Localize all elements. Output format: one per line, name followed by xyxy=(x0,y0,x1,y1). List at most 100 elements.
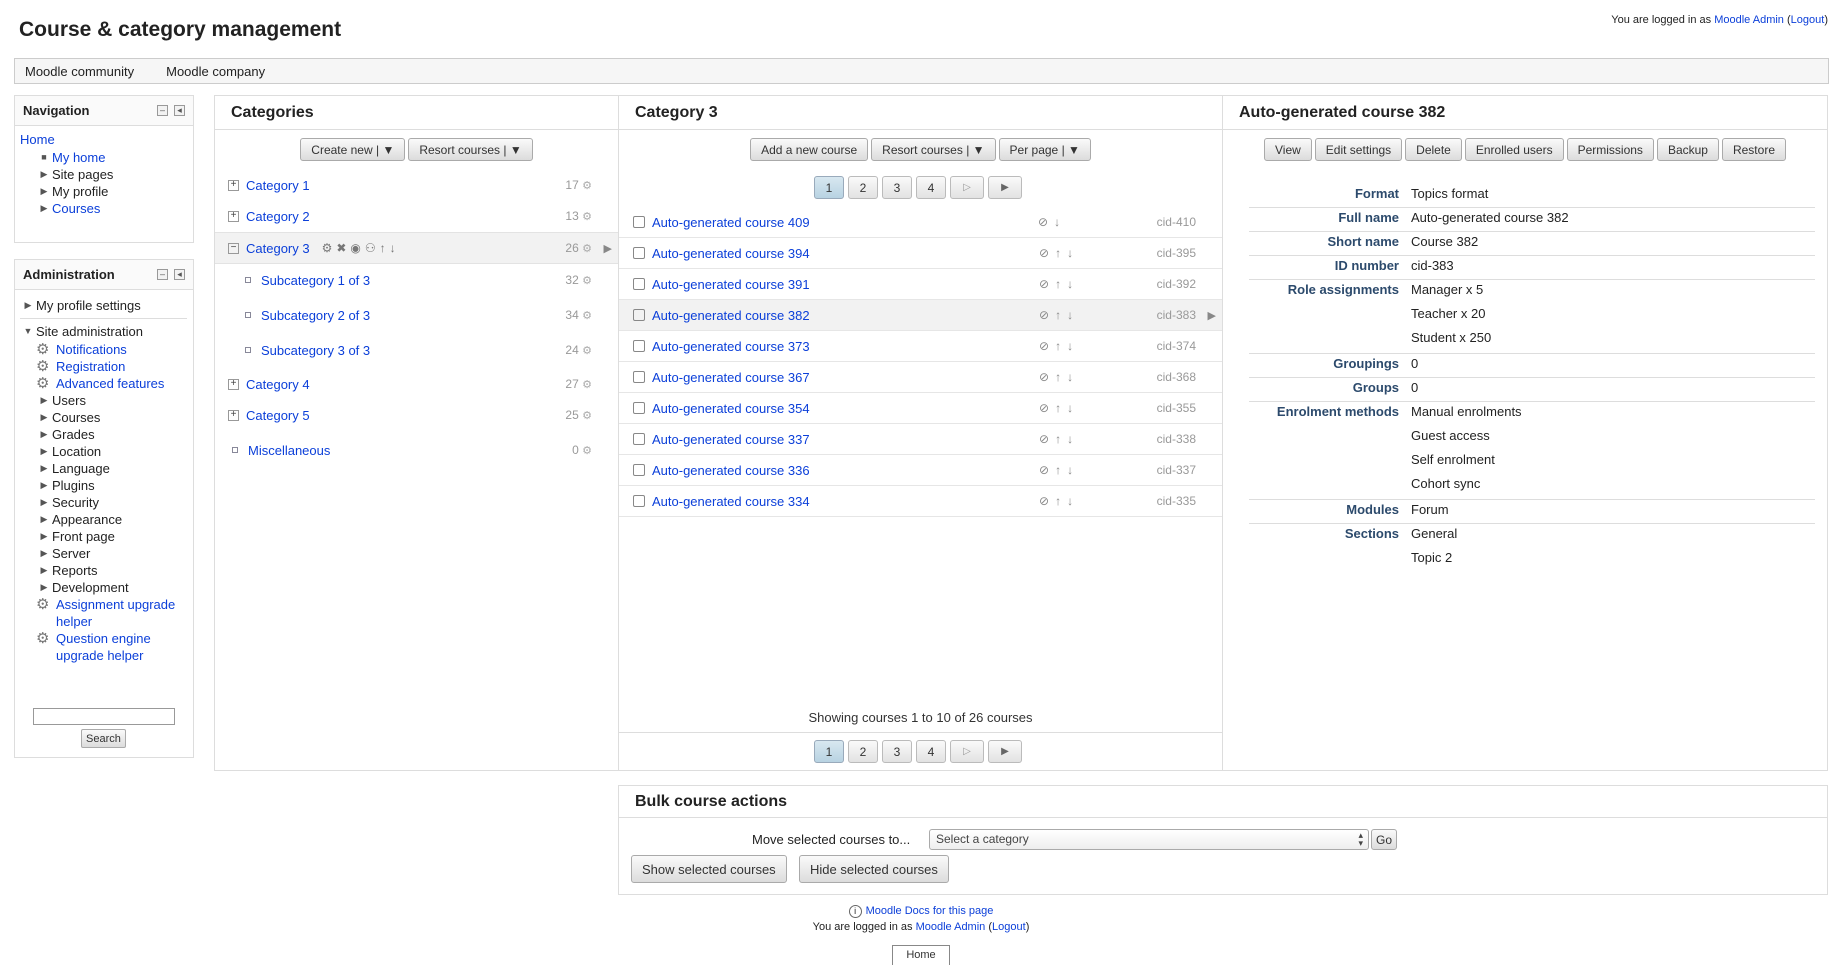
minimize-icon[interactable]: – xyxy=(157,105,168,116)
move-down-icon[interactable]: ↓ xyxy=(1067,370,1079,384)
admin-reports[interactable]: Reports xyxy=(52,562,98,579)
category-link[interactable]: Category 1 xyxy=(246,178,310,193)
backup-button[interactable]: Backup xyxy=(1656,138,1719,161)
collapse-icon[interactable]: − xyxy=(228,242,239,254)
permissions-button[interactable]: Permissions xyxy=(1566,138,1654,161)
collapse-arrow-icon[interactable]: ▼ xyxy=(20,322,36,341)
hide-icon[interactable]: ⊘ xyxy=(1039,463,1055,477)
enrolled-users-button[interactable]: Enrolled users xyxy=(1464,138,1564,161)
course-link[interactable]: Auto-generated course 334 xyxy=(652,494,810,509)
course-link[interactable]: Auto-generated course 409 xyxy=(652,215,810,230)
page-4-button[interactable]: 4 xyxy=(916,176,946,199)
minimize-icon[interactable]: – xyxy=(157,269,168,280)
expand-arrow-icon[interactable]: ▶ xyxy=(36,545,52,562)
admin-front-page[interactable]: Front page xyxy=(52,528,115,545)
logout-link[interactable]: Logout xyxy=(1791,14,1825,26)
subcategory-link[interactable]: Subcategory 1 of 3 xyxy=(261,273,370,288)
move-down-icon[interactable]: ↓ xyxy=(1067,432,1079,446)
delete-button[interactable]: Delete xyxy=(1405,138,1462,161)
course-checkbox[interactable] xyxy=(633,278,645,290)
move-down-icon[interactable]: ↓ xyxy=(1067,494,1079,508)
category-link[interactable]: Miscellaneous xyxy=(248,443,330,458)
hide-icon[interactable]: ◉ xyxy=(350,241,364,255)
move-down-icon[interactable]: ↓ xyxy=(1067,401,1079,415)
expand-arrow-icon[interactable]: ▶ xyxy=(36,562,52,579)
admin-server[interactable]: Server xyxy=(52,545,90,562)
category-link[interactable]: Category 3 xyxy=(246,241,310,256)
admin-question-engine-upgrade-helper[interactable]: Question engine upgrade helper xyxy=(56,630,187,664)
page-4-button[interactable]: 4 xyxy=(916,740,946,763)
course-link[interactable]: Auto-generated course 391 xyxy=(652,277,810,292)
hide-icon[interactable]: ⊘ xyxy=(1039,246,1055,260)
course-link[interactable]: Auto-generated course 354 xyxy=(652,401,810,416)
course-checkbox[interactable] xyxy=(633,309,645,321)
admin-language[interactable]: Language xyxy=(52,460,110,477)
move-up-icon[interactable]: ↑ xyxy=(1055,401,1067,415)
move-down-icon[interactable]: ↓ xyxy=(1067,463,1079,477)
resort-courses-button[interactable]: Resort courses | ▼ xyxy=(871,138,996,161)
page-2-button[interactable]: 2 xyxy=(848,740,878,763)
admin-development[interactable]: Development xyxy=(52,579,129,596)
view-button[interactable]: View xyxy=(1264,138,1312,161)
dock-icon[interactable]: ◂ xyxy=(174,105,185,116)
resort-categories-button[interactable]: Resort courses | ▼ xyxy=(408,138,533,161)
course-checkbox[interactable] xyxy=(633,464,645,476)
course-link[interactable]: Auto-generated course 337 xyxy=(652,432,810,447)
admin-assignment-upgrade-helper[interactable]: Assignment upgrade helper xyxy=(56,596,187,630)
expand-arrow-icon[interactable]: ▶ xyxy=(36,392,52,409)
admin-appearance[interactable]: Appearance xyxy=(52,511,122,528)
delete-icon[interactable]: ✖ xyxy=(336,241,350,255)
course-checkbox[interactable] xyxy=(633,495,645,507)
expand-arrow-icon[interactable]: ▶ xyxy=(36,166,52,183)
category-link[interactable]: Category 2 xyxy=(246,209,310,224)
roles-icon[interactable]: ⚇ xyxy=(365,241,380,255)
nav-home-link[interactable]: Home xyxy=(20,130,55,149)
hide-icon[interactable]: ⊘ xyxy=(1039,401,1055,415)
hide-selected-courses-button[interactable]: Hide selected courses xyxy=(799,855,949,883)
expand-arrow-icon[interactable]: ▶ xyxy=(36,200,52,217)
restore-button[interactable]: Restore xyxy=(1721,138,1786,161)
menu-item-moodle-company[interactable]: Moodle company xyxy=(166,64,265,79)
course-link[interactable]: Auto-generated course 373 xyxy=(652,339,810,354)
move-down-icon[interactable]: ↓ xyxy=(1067,246,1079,260)
move-up-icon[interactable]: ↑ xyxy=(1055,494,1067,508)
category-link[interactable]: Category 5 xyxy=(246,408,310,423)
move-up-icon[interactable]: ↑ xyxy=(380,241,390,255)
move-down-icon[interactable]: ↓ xyxy=(1067,277,1079,291)
expand-arrow-icon[interactable]: ▶ xyxy=(36,494,52,511)
moodle-docs-link[interactable]: Moodle Docs for this page xyxy=(866,905,994,917)
last-page-icon[interactable]: ▶ xyxy=(988,740,1022,763)
my-profile-settings[interactable]: My profile settings xyxy=(36,296,141,315)
hide-icon[interactable]: ⊘ xyxy=(1039,370,1055,384)
admin-search-button[interactable]: Search xyxy=(81,729,126,748)
nav-courses[interactable]: Courses xyxy=(52,200,100,217)
next-page-icon[interactable]: ▷ xyxy=(950,740,984,763)
expand-arrow-icon[interactable]: ▶ xyxy=(36,426,52,443)
category-link[interactable]: Category 4 xyxy=(246,377,310,392)
user-link[interactable]: Moodle Admin xyxy=(1714,14,1784,26)
course-checkbox[interactable] xyxy=(633,216,645,228)
course-checkbox[interactable] xyxy=(633,340,645,352)
expand-arrow-icon[interactable]: ▶ xyxy=(36,460,52,477)
admin-search-input[interactable] xyxy=(33,708,175,725)
expand-arrow-icon[interactable]: ▶ xyxy=(36,443,52,460)
hide-icon[interactable]: ⊘ xyxy=(1039,494,1055,508)
admin-plugins[interactable]: Plugins xyxy=(52,477,95,494)
move-up-icon[interactable]: ↑ xyxy=(1055,432,1067,446)
site-administration[interactable]: Site administration xyxy=(36,322,143,341)
course-checkbox[interactable] xyxy=(633,433,645,445)
footer-home-button[interactable]: Home xyxy=(892,945,950,965)
menu-item-moodle-community[interactable]: Moodle community xyxy=(25,64,134,79)
course-checkbox[interactable] xyxy=(633,247,645,259)
expand-arrow-icon[interactable]: ▶ xyxy=(36,409,52,426)
move-down-icon[interactable]: ↓ xyxy=(1067,308,1079,322)
show-selected-courses-button[interactable]: Show selected courses xyxy=(631,855,787,883)
go-button[interactable]: Go xyxy=(1371,829,1398,850)
subcategory-link[interactable]: Subcategory 2 of 3 xyxy=(261,308,370,323)
add-course-button[interactable]: Add a new course xyxy=(750,138,869,161)
page-1-button[interactable]: 1 xyxy=(814,176,844,199)
hide-icon[interactable]: ⊘ xyxy=(1038,215,1054,229)
hide-icon[interactable]: ⊘ xyxy=(1039,339,1055,353)
expand-arrow-icon[interactable]: ▶ xyxy=(36,528,52,545)
move-up-icon[interactable]: ↑ xyxy=(1055,246,1067,260)
